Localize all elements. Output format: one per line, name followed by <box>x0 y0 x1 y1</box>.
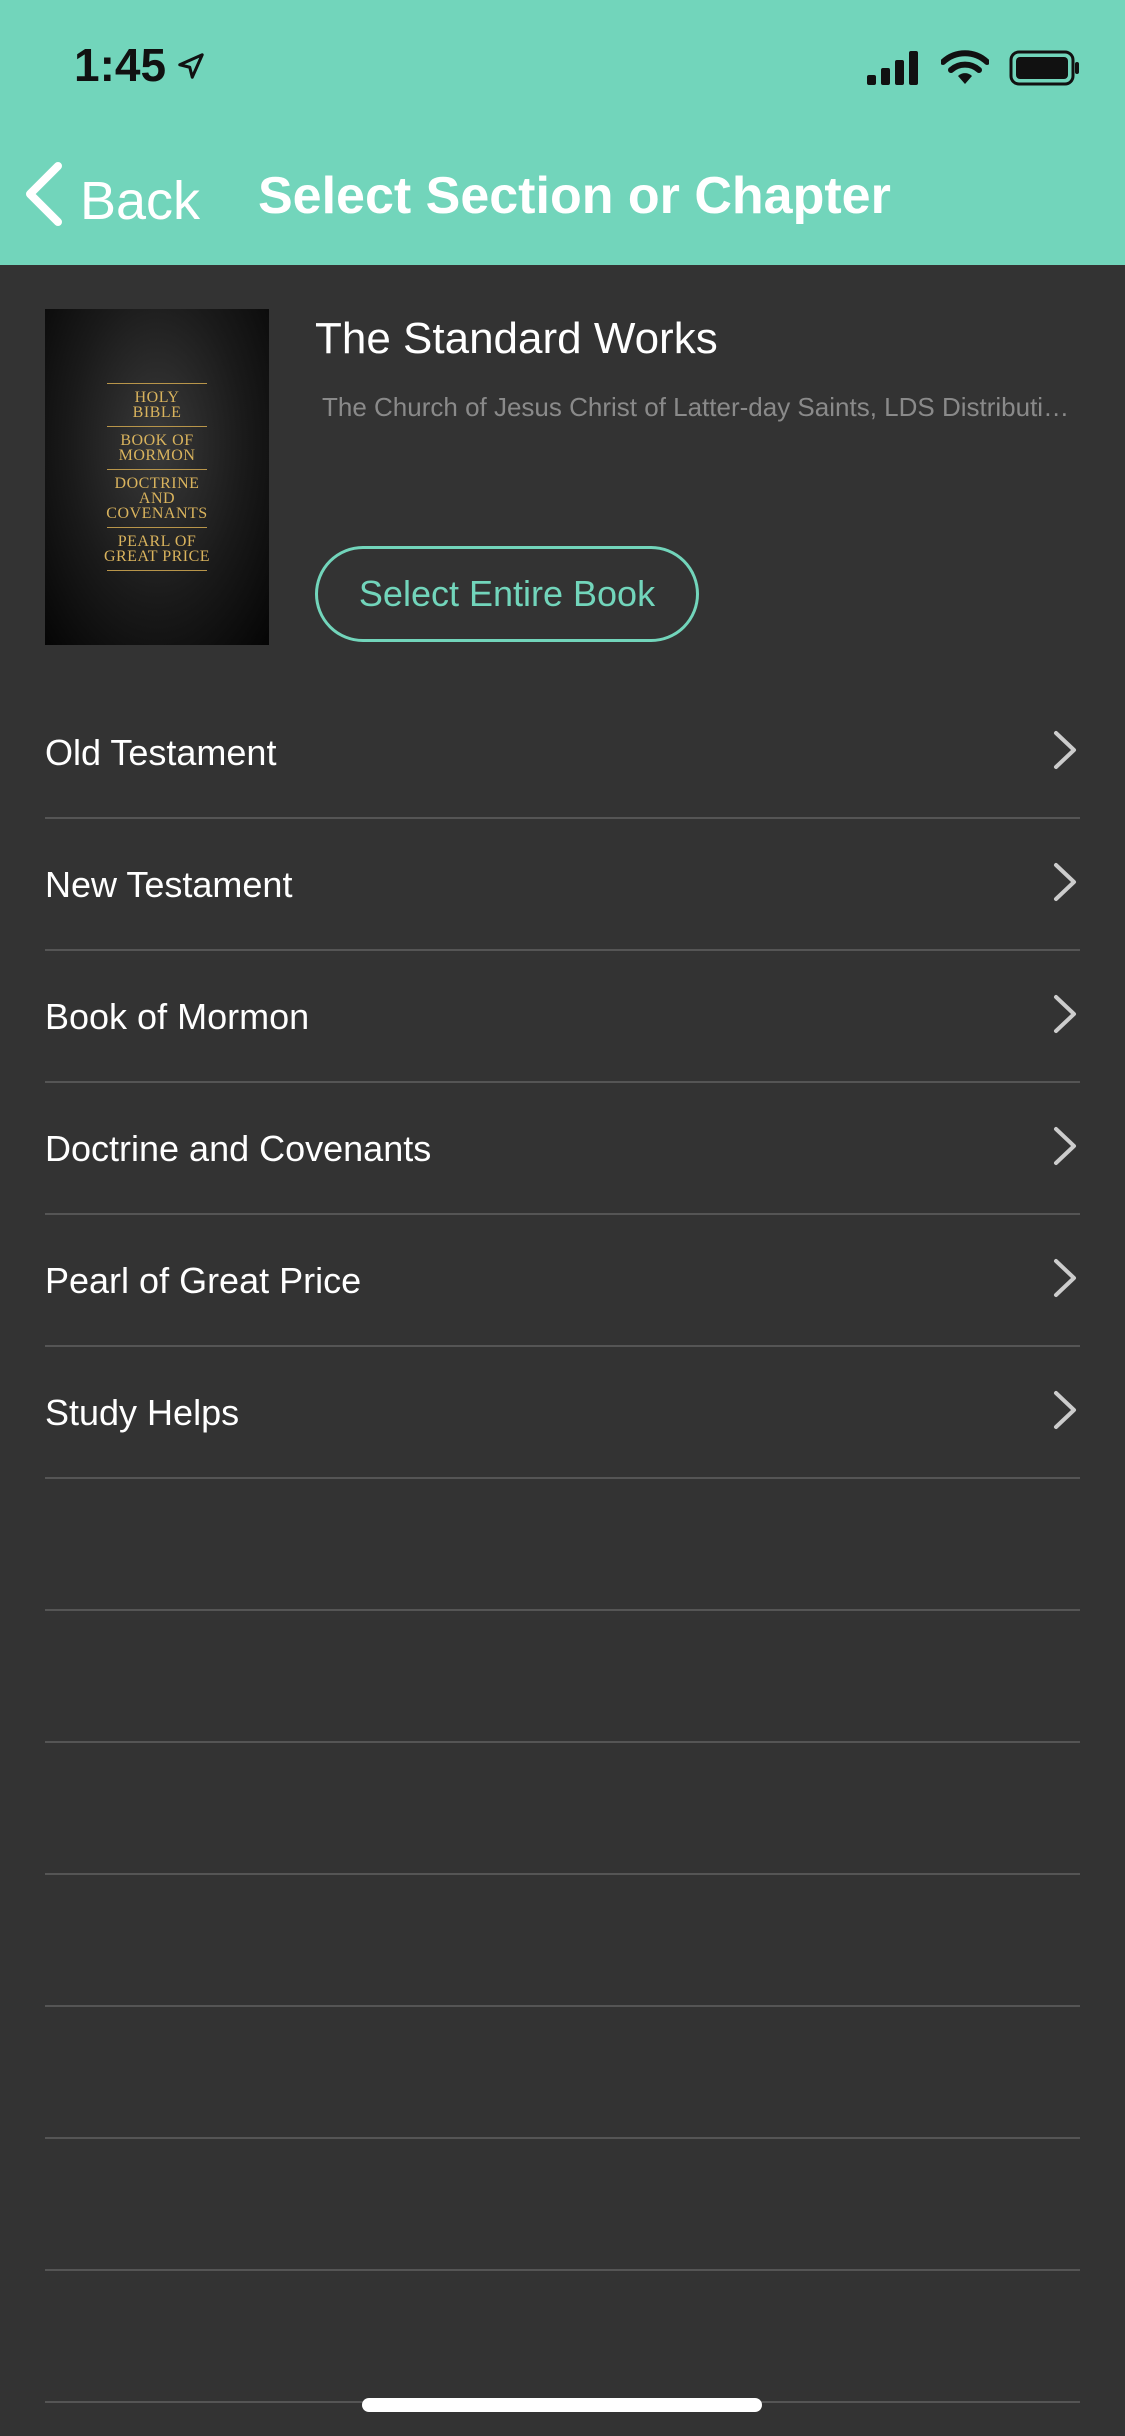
empty-row <box>45 1611 1080 1743</box>
cellular-signal-icon <box>867 51 921 90</box>
chevron-right-icon <box>1052 861 1078 908</box>
section-label: Old Testament <box>45 732 277 773</box>
chevron-right-icon <box>1052 1125 1078 1172</box>
status-indicators <box>867 50 1081 91</box>
section-row-pearl-of-great-price[interactable]: Pearl of Great Price <box>45 1215 1080 1347</box>
cover-divider <box>107 469 207 470</box>
empty-row <box>45 2139 1080 2271</box>
cover-divider <box>107 383 207 384</box>
book-title: The Standard Works <box>315 314 718 363</box>
book-author: The Church of Jesus Christ of Latter-day… <box>322 392 1082 422</box>
section-row-old-testament[interactable]: Old Testament <box>45 687 1080 819</box>
section-label: Doctrine and Covenants <box>45 1128 432 1169</box>
back-button[interactable]: Back <box>24 162 200 239</box>
chevron-right-icon <box>1052 993 1078 1040</box>
section-row-doctrine-and-covenants[interactable]: Doctrine and Covenants <box>45 1083 1080 1215</box>
wifi-icon <box>940 50 990 91</box>
page-title: Select Section or Chapter <box>258 167 891 225</box>
cover-divider <box>107 426 207 427</box>
empty-row <box>45 2271 1080 2403</box>
cover-divider <box>107 570 207 571</box>
section-label: Book of Mormon <box>45 996 310 1037</box>
battery-icon <box>1009 50 1081 91</box>
back-label: Back <box>80 170 201 231</box>
home-indicator[interactable] <box>362 2398 762 2412</box>
chevron-right-icon <box>1052 729 1078 776</box>
section-row-book-of-mormon[interactable]: Book of Mormon <box>45 951 1080 1083</box>
section-row-new-testament[interactable]: New Testament <box>45 819 1080 951</box>
status-time: 1:45 <box>74 38 206 92</box>
cover-line-1: HOLY BIBLE <box>132 389 182 421</box>
section-label: Study Helps <box>45 1392 240 1433</box>
chevron-right-icon <box>1052 1389 1078 1436</box>
cover-line-2: BOOK OF MORMON <box>118 432 196 464</box>
chevron-left-icon <box>24 162 64 239</box>
time-label: 1:45 <box>74 39 167 91</box>
empty-row <box>45 1743 1080 1875</box>
nav-header: 1:45 Back Select Section or Chapter <box>0 0 1125 265</box>
section-label: Pearl of Great Price <box>45 1260 362 1301</box>
select-entire-book-button[interactable]: Select Entire Book <box>315 546 699 642</box>
empty-row <box>45 1479 1080 1611</box>
empty-row <box>45 2007 1080 2139</box>
empty-row <box>45 1875 1080 2007</box>
chevron-right-icon <box>1052 1257 1078 1304</box>
section-list: Old Testament New Testament Book of Morm… <box>45 687 1080 2403</box>
cover-line-3: DOCTRINE AND COVENANTS <box>106 475 208 522</box>
section-row-study-helps[interactable]: Study Helps <box>45 1347 1080 1479</box>
cover-divider <box>107 527 207 528</box>
location-arrow-icon <box>176 38 206 92</box>
book-cover-image: HOLY BIBLE BOOK OF MORMON DOCTRINE AND C… <box>45 309 269 645</box>
section-label: New Testament <box>45 864 293 905</box>
cover-line-4: PEARL OF GREAT PRICE <box>103 533 211 565</box>
